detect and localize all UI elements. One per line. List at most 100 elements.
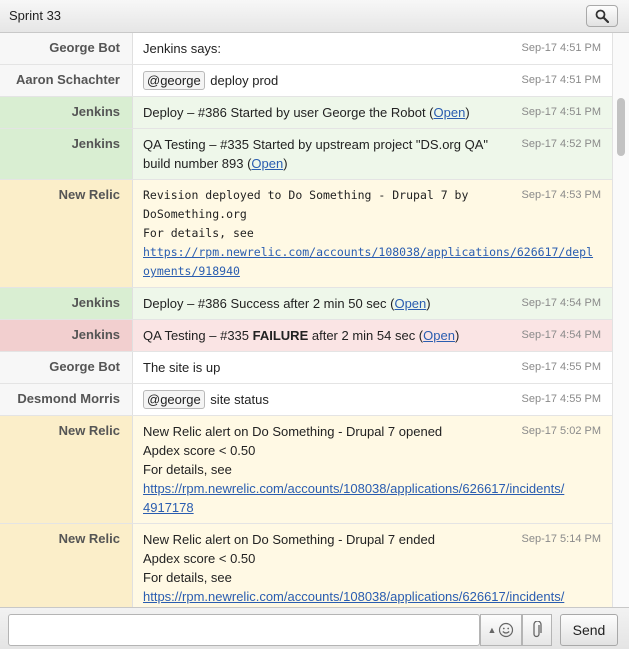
message-row: George Bot Sep-17 4:51 PM Jenkins says: [0,33,612,65]
message-timestamp: Sep-17 4:55 PM [521,393,602,405]
message-row: Jenkins Sep-17 4:51 PM Deploy – #386 Start… [0,97,612,129]
text-segment: after 2 min 54 sec ( [308,328,424,343]
message-row: Aaron Schachter Sep-17 4:51 PM @george dep… [0,65,612,97]
message-author: New Relic [0,524,133,607]
search-button[interactable] [586,5,618,27]
message-author: Jenkins [0,129,133,179]
message-author: Jenkins [0,288,133,319]
message-line: Apdex score < 0.50 [143,441,602,460]
text-segment: Apdex score < 0.50 [143,551,256,566]
message-body: Sep-17 4:52 PM QA Testing – #335 Started … [133,129,612,179]
message-link[interactable]: oyments/918940 [143,264,240,278]
message-link[interactable]: https://rpm.newrelic.com/accounts/108038… [143,481,564,496]
message-line: https://rpm.newrelic.com/accounts/108038… [143,479,602,498]
message-line: Deploy – #386 Success after 2 min 50 sec… [143,294,502,313]
message-line: 4917178 [143,498,602,517]
message-body: Sep-17 4:54 PM QA Testing – #335 FAILURE … [133,320,612,351]
message-author: Jenkins [0,320,133,351]
message-line: For details, see [143,568,602,587]
title-bar: Sprint 33 [0,0,629,33]
message-link[interactable]: Open [423,328,455,343]
message-author: Jenkins [0,97,133,128]
text-segment: New Relic alert on Do Something - Drupal… [143,532,435,547]
text-segment: QA Testing – #335 [143,328,253,343]
message-body: Sep-17 4:51 PM Deploy – #386 Started by u… [133,97,612,128]
text-segment: deploy prod [206,73,279,88]
message-link[interactable]: Open [251,156,283,171]
message-row: Jenkins Sep-17 4:54 PM Deploy – #386 Succe… [0,288,612,320]
message-timestamp: Sep-17 4:53 PM [521,189,602,201]
message-timestamp: Sep-17 5:02 PM [521,425,602,437]
message-body: Sep-17 5:02 PM New Relic alert on Do Some… [133,416,612,523]
message-link[interactable]: Open [434,105,466,120]
attach-button[interactable] [522,614,552,646]
message-body: Sep-17 4:54 PM Deploy – #386 Success afte… [133,288,612,319]
text-segment: Apdex score < 0.50 [143,443,256,458]
message-author: George Bot [0,352,133,383]
message-author: Desmond Morris [0,384,133,415]
text-segment: For details, see [143,462,232,477]
text-segment: The site is up [143,360,221,375]
message-timestamp: Sep-17 4:51 PM [521,42,602,54]
message-timestamp: Sep-17 4:52 PM [521,138,602,150]
message-body: Sep-17 5:14 PM New Relic alert on Do Some… [133,524,612,607]
mention-tag[interactable]: @george [143,71,205,90]
message-line: @george deploy prod [143,71,502,90]
message-author: New Relic [0,416,133,523]
message-line: https://rpm.newrelic.com/accounts/108038… [143,587,602,606]
message-link[interactable]: 4917178 [143,500,194,515]
message-input[interactable] [8,614,480,646]
message-line: build number 893 (Open) [143,154,502,173]
scrollbar-thumb[interactable] [617,98,625,156]
message-row: New Relic Sep-17 5:14 PM New Relic alert o… [0,524,612,607]
message-line: @george site status [143,390,502,409]
scrollbar[interactable] [612,33,629,607]
message-line: https://rpm.newrelic.com/accounts/108038… [143,243,602,262]
message-line: QA Testing – #335 FAILURE after 2 min 54… [143,326,502,345]
text-segment: QA Testing – #335 Started by upstream pr… [143,137,489,152]
text-segment: Deploy – #386 Success after 2 min 50 sec… [143,296,395,311]
message-body: Sep-17 4:55 PM @george site status [133,384,612,415]
message-body: Sep-17 4:51 PM Jenkins says: [133,33,612,64]
message-line: Deploy – #386 Started by user George the… [143,103,502,122]
message-timestamp: Sep-17 4:51 PM [521,106,602,118]
window-title: Sprint 33 [9,8,62,23]
text-segment: DoSomething.org [143,207,247,221]
paperclip-icon [533,621,542,638]
composer: ▲ Send [0,607,629,649]
text-segment: Jenkins says: [143,41,222,56]
message-line: The site is up [143,358,502,377]
emoji-button[interactable]: ▲ [480,614,522,646]
message-line: Jenkins says: [143,39,502,58]
text-segment: ) [465,105,470,120]
message-row: Jenkins Sep-17 4:54 PM QA Testing – #335 F… [0,320,612,352]
message-line: For details, see [143,460,602,479]
message-list[interactable]: George Bot Sep-17 4:51 PM Jenkins says: Aar… [0,33,612,607]
message-row: Jenkins Sep-17 4:52 PM QA Testing – #335 S… [0,129,612,180]
message-line: For details, see [143,224,602,243]
text-segment: build number 893 ( [143,156,252,171]
text-segment: For details, see [143,226,254,240]
message-line: QA Testing – #335 Started by upstream pr… [143,135,502,154]
text-segment: ) [283,156,288,171]
message-author: Aaron Schachter [0,65,133,96]
message-author: George Bot [0,33,133,64]
message-line: DoSomething.org [143,205,602,224]
text-segment: Revision deployed to Do Something - Drup… [143,188,469,202]
message-timestamp: Sep-17 4:54 PM [521,297,602,309]
text-segment: ) [454,328,460,343]
search-icon [595,9,609,23]
send-button[interactable]: Send [560,614,618,646]
text-segment: site status [206,392,269,407]
message-line: Apdex score < 0.50 [143,549,602,568]
message-link[interactable]: https://rpm.newrelic.com/accounts/108038… [143,245,593,259]
message-link[interactable]: https://rpm.newrelic.com/accounts/108038… [143,589,564,604]
message-body: Sep-17 4:53 PM Revision deployed to Do So… [133,180,612,287]
message-timestamp: Sep-17 4:55 PM [521,361,602,373]
message-row: Desmond Morris Sep-17 4:55 PM @george site… [0,384,612,416]
mention-tag[interactable]: @george [143,390,205,409]
smiley-icon [499,622,514,638]
message-row: New Relic Sep-17 5:02 PM New Relic alert o… [0,416,612,524]
text-segment: ) [426,296,431,311]
message-link[interactable]: Open [394,296,426,311]
